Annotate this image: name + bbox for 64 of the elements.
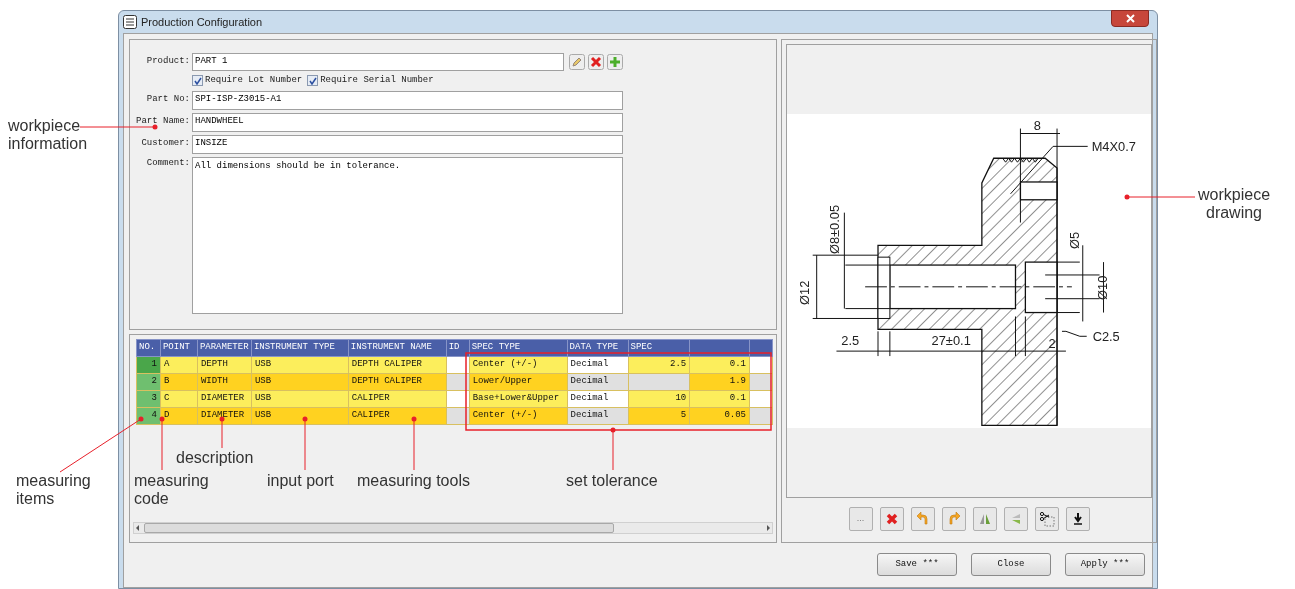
annotation-label: workpiece drawing	[1198, 186, 1270, 222]
edit-icon[interactable]	[569, 54, 585, 70]
field-label: Comment:	[145, 156, 190, 170]
leader-line	[1124, 194, 1196, 200]
scrollbar-thumb[interactable]	[144, 523, 614, 533]
close-button[interactable]	[1111, 10, 1149, 27]
field-label: Customer:	[140, 137, 190, 151]
annotation-label: workpiece information	[8, 117, 89, 153]
checkbox-label: Require Serial Number	[320, 74, 434, 87]
column-header[interactable]: POINT	[160, 339, 198, 357]
input-field[interactable]: INSIZE	[192, 134, 623, 154]
annotation-label: measuring items	[16, 472, 92, 508]
input-field[interactable]: HANDWHEEL	[192, 112, 623, 132]
dimension-label: M4X0.7	[1091, 139, 1136, 155]
dimension-label: Ø5	[1066, 231, 1082, 249]
delete-icon[interactable]	[588, 54, 604, 70]
dimension-label: Ø10	[1095, 275, 1111, 300]
field-label: Part No:	[145, 93, 190, 107]
annotation-label: measuring tools	[357, 472, 470, 490]
column-header[interactable]: NO.	[136, 339, 161, 357]
add-icon[interactable]	[607, 54, 623, 70]
annotation-label: input port	[267, 472, 334, 490]
scroll-left-icon[interactable]	[134, 524, 142, 532]
field-label: Product:	[145, 55, 190, 69]
checkbox[interactable]	[307, 75, 319, 87]
dimension-label: C2.5	[1092, 329, 1120, 345]
rotate-right-icon[interactable]	[941, 507, 966, 531]
apply-button[interactable]: Apply ***	[1065, 553, 1145, 576]
scroll-right-icon[interactable]	[764, 524, 772, 532]
annotation-label: measuring code	[134, 472, 210, 508]
leader-line	[302, 416, 308, 471]
column-header[interactable]: INSTRUMENT NAME	[348, 339, 447, 357]
dimension-label: 2.5	[841, 333, 860, 349]
rotate-left-icon[interactable]	[910, 507, 935, 531]
menu-icon[interactable]	[123, 15, 137, 29]
dimension-label: 8	[1033, 117, 1041, 133]
comment-field[interactable]: All dimensions should be in tolerance.	[192, 156, 623, 314]
input-field[interactable]: SPI-ISP-Z3015-A1	[192, 90, 623, 110]
close-dialog-button[interactable]: Close	[971, 553, 1051, 576]
more-button[interactable]: ...	[848, 507, 873, 531]
annotation-label: set tolerance	[566, 472, 658, 490]
horizontal-scrollbar[interactable]	[133, 522, 773, 534]
download-icon[interactable]	[1065, 507, 1090, 531]
window-title: Production Configuration	[141, 14, 263, 30]
dimension-label: Ø12	[796, 280, 812, 305]
dimension-label: 2	[1048, 336, 1056, 352]
column-header[interactable]: PARAMETER	[197, 339, 252, 357]
dimension-label: 27±0.1	[931, 333, 971, 349]
checkbox[interactable]	[192, 75, 203, 87]
flip-horizontal-icon[interactable]	[972, 507, 997, 531]
product-field[interactable]: PART 1	[192, 53, 564, 71]
leader-line	[159, 416, 165, 471]
dimension-label: Ø8±0.05	[827, 204, 843, 255]
field-label: Part Name:	[135, 115, 190, 129]
leader-line	[610, 427, 616, 471]
leader-line	[219, 416, 225, 449]
crop-icon[interactable]	[1034, 507, 1059, 531]
checkbox-label: Require Lot Number	[205, 74, 303, 87]
leader-line	[411, 416, 417, 471]
annotation-label: description	[176, 449, 254, 467]
close-icon	[1125, 14, 1135, 23]
save-button[interactable]: Save ***	[877, 553, 957, 576]
column-header[interactable]: INSTRUMENT TYPE	[251, 339, 349, 357]
delete-icon[interactable]	[879, 507, 904, 531]
